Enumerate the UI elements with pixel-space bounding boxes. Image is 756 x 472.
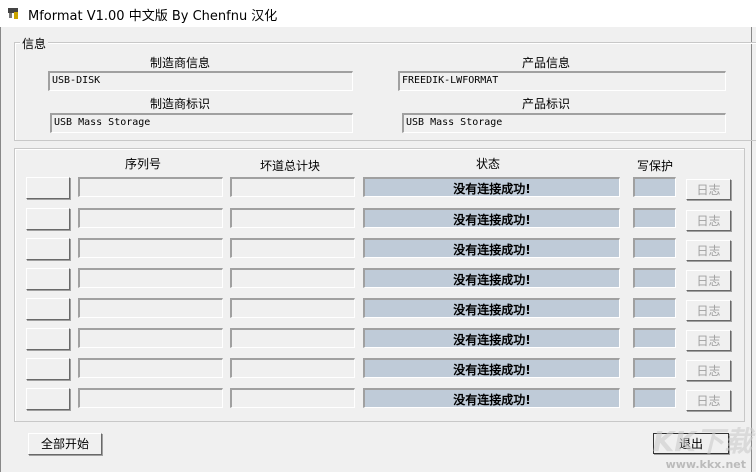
status-field: 没有连接成功! (363, 177, 620, 197)
write-protect-field (633, 388, 676, 408)
serial-field (78, 358, 223, 378)
serial-field (78, 238, 223, 258)
drive-select-button[interactable] (26, 268, 70, 290)
header-bad-blocks: 坏道总计块 (259, 159, 320, 173)
bad-blocks-field (230, 358, 355, 378)
window-title: Mformat V1.00 中文版 By Chenfnu 汉化 (28, 9, 278, 24)
status-field: 没有连接成功! (363, 208, 620, 228)
info-group-label: 信息 (20, 35, 49, 52)
manufacturer-info-label: 制造商信息 (149, 56, 210, 70)
drive-select-button[interactable] (26, 238, 70, 260)
log-button[interactable]: 日志 (686, 179, 731, 200)
header-write-protect: 写保护 (636, 159, 673, 173)
write-protect-field (633, 268, 676, 288)
write-protect-field (633, 358, 676, 378)
drive-select-button[interactable] (26, 328, 70, 350)
bad-blocks-field (230, 298, 355, 318)
bad-blocks-field (230, 238, 355, 258)
status-field: 没有连接成功! (363, 238, 620, 258)
serial-field (78, 208, 223, 228)
bad-blocks-field (230, 208, 355, 228)
serial-field (78, 328, 223, 348)
write-protect-field (633, 298, 676, 318)
log-button[interactable]: 日志 (686, 210, 731, 231)
title-bar[interactable]: Mformat V1.00 中文版 By Chenfnu 汉化 (0, 0, 756, 27)
log-button[interactable]: 日志 (686, 270, 731, 291)
drive-select-button[interactable] (26, 358, 70, 380)
serial-field (78, 268, 223, 288)
bad-blocks-field (230, 328, 355, 348)
write-protect-field (633, 208, 676, 228)
write-protect-field (633, 328, 676, 348)
manufacturer-id-field: USB Mass Storage (50, 113, 353, 133)
manufacturer-info-field: USB-DISK (48, 71, 353, 91)
log-button[interactable]: 日志 (686, 360, 731, 381)
watermark-url: www.kkx.net (665, 458, 746, 471)
status-field: 没有连接成功! (363, 358, 620, 378)
product-info-label: 产品信息 (521, 56, 570, 70)
serial-field (78, 177, 223, 197)
bad-blocks-field (230, 177, 355, 197)
drive-select-button[interactable] (26, 298, 70, 320)
bad-blocks-field (230, 388, 355, 408)
drive-select-button[interactable] (26, 208, 70, 230)
serial-field (78, 298, 223, 318)
product-id-label: 产品标识 (521, 97, 570, 111)
write-protect-field (633, 177, 676, 197)
write-protect-field (633, 238, 676, 258)
log-button[interactable]: 日志 (686, 390, 731, 411)
drive-select-button[interactable] (26, 177, 70, 199)
drive-select-button[interactable] (26, 388, 70, 410)
log-button[interactable]: 日志 (686, 240, 731, 261)
start-all-button[interactable]: 全部开始 (28, 433, 102, 455)
status-field: 没有连接成功! (363, 268, 620, 288)
log-button[interactable]: 日志 (686, 300, 731, 321)
status-field: 没有连接成功! (363, 328, 620, 348)
app-icon (8, 8, 18, 19)
status-field: 没有连接成功! (363, 298, 620, 318)
product-id-field: USB Mass Storage (402, 113, 726, 133)
product-info-field: FREEDIK-LWFORMAT (398, 71, 726, 91)
log-button[interactable]: 日志 (686, 330, 731, 351)
manufacturer-id-label: 制造商标识 (149, 97, 210, 111)
watermark-logo: KK下载 (652, 425, 752, 458)
serial-field (78, 388, 223, 408)
bad-blocks-field (230, 268, 355, 288)
status-field: 没有连接成功! (363, 388, 620, 408)
